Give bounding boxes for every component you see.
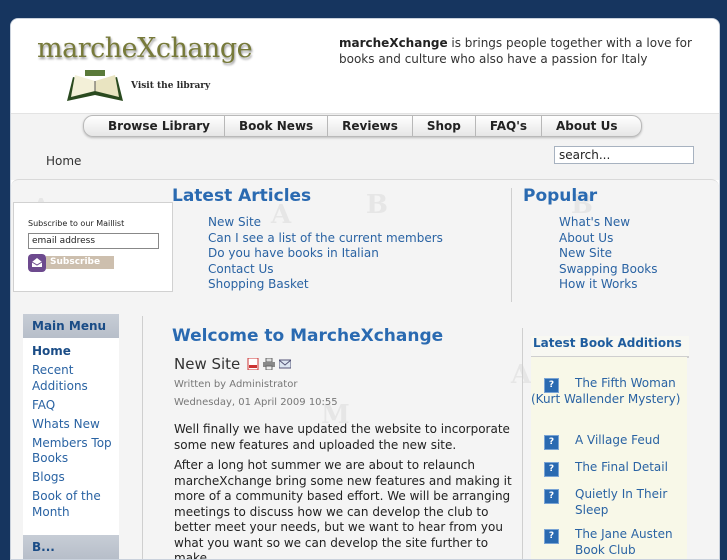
maillist-title: Subscribe to our Maillist — [28, 219, 125, 228]
open-book-icon[interactable] — [65, 69, 125, 103]
latest-book-link[interactable]: A Village Feud — [575, 433, 685, 449]
nav-browse-library[interactable]: Browse Library — [94, 116, 225, 136]
menu-item-faq[interactable]: FAQ — [32, 398, 119, 414]
article-date: Wednesday, 01 April 2009 10:55 — [174, 397, 338, 408]
navigation-area: Browse Library Book News Reviews Shop FA… — [11, 113, 719, 180]
visit-library-link[interactable]: Visit the library — [131, 81, 210, 91]
book-cover-icon[interactable]: ? — [544, 462, 559, 477]
nav-book-news[interactable]: Book News — [225, 116, 329, 136]
email-field[interactable]: email address — [28, 233, 159, 249]
nav-reviews[interactable]: Reviews — [328, 116, 413, 136]
maillist-box: Subscribe to our Maillist email address … — [13, 202, 173, 292]
popular-heading: Popular — [523, 186, 598, 206]
latest-book-link[interactable]: The Final Detail — [575, 460, 685, 476]
nav-faqs[interactable]: FAQ's — [476, 116, 543, 136]
latest-article-link[interactable]: Can I see a list of the current members — [208, 231, 443, 247]
latest-books-list: ? The Fifth Woman (Kurt Wallender Myster… — [531, 357, 687, 559]
print-icon[interactable] — [263, 358, 275, 370]
header: marcheXchange Visit the library marcheXc… — [11, 19, 719, 123]
article-paragraph: Well finally we have updated the website… — [174, 422, 510, 452]
divider — [522, 328, 523, 559]
menu-item-members-top-books[interactable]: Members Top Books — [32, 436, 119, 467]
latest-article-link[interactable]: Contact Us — [208, 262, 443, 278]
popular-link[interactable]: Swapping Books — [559, 262, 658, 278]
divider — [142, 316, 143, 559]
latest-book-link[interactable]: The Jane Austen Book Club — [575, 527, 683, 558]
main-menu-heading: Main Menu — [23, 314, 119, 338]
article-author: Written by Administrator — [174, 379, 298, 390]
menu-item-book-of-the-month[interactable]: Book of the Month — [32, 489, 119, 520]
latest-article-link[interactable]: Shopping Basket — [208, 277, 443, 293]
book-cover-icon[interactable]: ? — [544, 489, 559, 504]
latest-article-link[interactable]: New Site — [208, 215, 443, 231]
page-title: Welcome to MarcheXchange — [172, 326, 444, 346]
menu-item-whats-new[interactable]: Whats New — [32, 417, 119, 433]
popular-link[interactable]: About Us — [559, 231, 658, 247]
main-menu: Home Recent Additions FAQ Whats New Memb… — [23, 338, 119, 559]
secondary-menu-heading: B... — [23, 535, 119, 559]
menu-item-home[interactable]: Home — [32, 344, 119, 360]
latest-article-link[interactable]: Do you have books in Italian — [208, 246, 443, 262]
latest-book-link[interactable]: The Fifth Woman (Kurt Wallender Mystery) — [531, 376, 681, 407]
article-tools — [247, 358, 291, 370]
latest-books-heading: Latest Book Additions — [531, 336, 689, 358]
popular-link[interactable]: How it Works — [559, 277, 658, 293]
tagline-brand: marcheXchange — [339, 36, 448, 50]
latest-articles-heading: Latest Articles — [172, 186, 312, 206]
site-tagline: marcheXchange is brings people together … — [339, 35, 699, 67]
nav-about-us[interactable]: About Us — [542, 116, 631, 136]
pdf-icon[interactable] — [247, 358, 259, 370]
popular-link[interactable]: What's New — [559, 215, 658, 231]
main-navigation: Browse Library Book News Reviews Shop FA… — [83, 115, 643, 137]
latest-book-link[interactable]: Quietly In Their Sleep — [575, 487, 679, 518]
site-logo[interactable]: marcheXchange — [37, 33, 253, 64]
envelope-icon — [28, 254, 46, 272]
menu-item-recent-additions[interactable]: Recent Additions — [32, 363, 119, 394]
content-area: A A B B Q M A Subscribe to our Maillist … — [11, 179, 719, 559]
popular-list: What's New About Us New Site Swapping Bo… — [559, 215, 658, 293]
nav-shop[interactable]: Shop — [413, 116, 476, 136]
divider — [511, 188, 512, 302]
breadcrumb[interactable]: Home — [46, 154, 81, 168]
book-cover-icon[interactable]: ? — [544, 529, 559, 544]
book-cover-icon[interactable]: ? — [544, 435, 559, 450]
subscribe-button[interactable]: Subscribe — [46, 256, 114, 269]
search-input[interactable] — [554, 146, 694, 164]
email-icon[interactable] — [279, 358, 291, 370]
article-title[interactable]: New Site — [174, 355, 240, 373]
popular-link[interactable]: New Site — [559, 246, 658, 262]
menu-item-blogs[interactable]: Blogs — [32, 470, 119, 486]
latest-articles-list: New Site Can I see a list of the current… — [208, 215, 443, 293]
page: marcheXchange Visit the library marcheXc… — [10, 18, 720, 560]
